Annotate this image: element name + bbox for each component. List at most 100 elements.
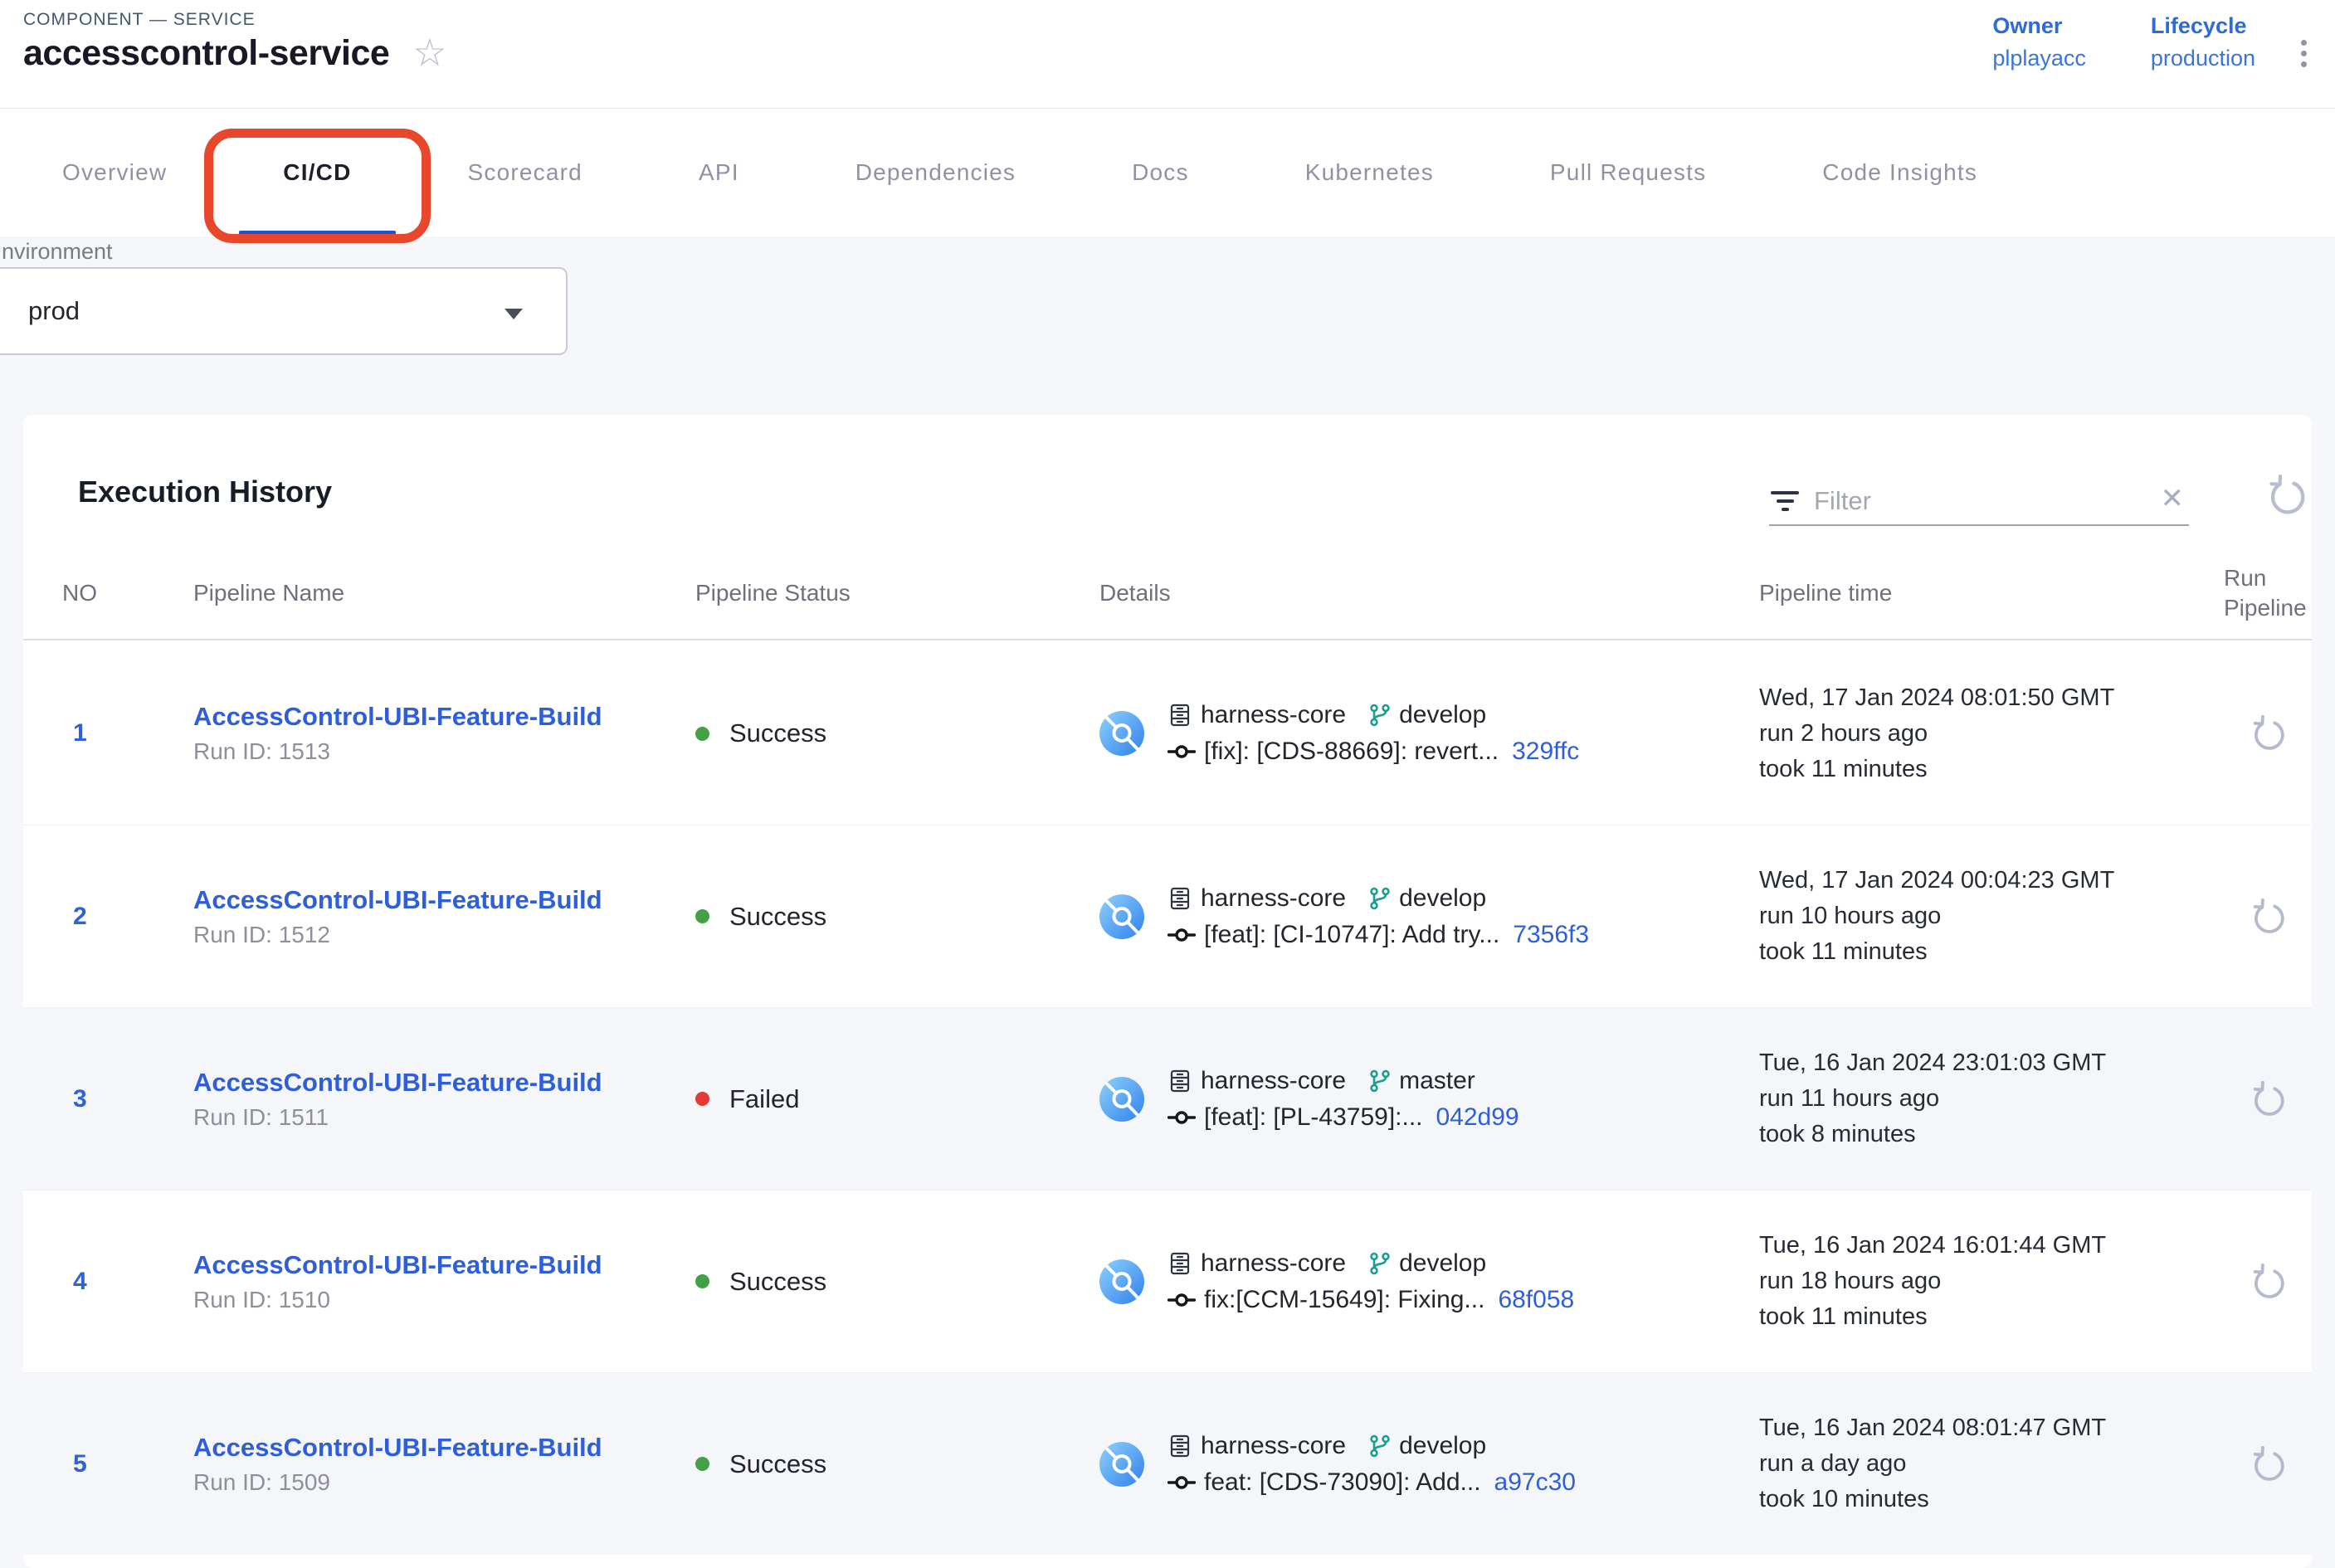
active-tab-underline [239,231,395,236]
time-relative: run 2 hours ago [1759,716,2224,752]
page-header: COMPONENT — SERVICE accesscontrol-servic… [0,0,2335,109]
repository-icon [1168,1069,1192,1093]
row-number: 2 [62,903,193,931]
git-branch-icon [1367,886,1392,911]
time-relative: run 18 hours ago [1759,1264,2224,1299]
run-id-text: Run ID: 1509 [193,1469,695,1496]
table-row: 2 AccessControl-UBI-Feature-Build Run ID… [23,825,2312,1007]
environment-select[interactable]: prod [0,267,568,355]
pipeline-time-cell: Tue, 16 Jan 2024 08:01:47 GMT run a day … [1759,1410,2224,1517]
harness-ci-module-icon [1099,711,1144,756]
git-branch-icon [1367,1434,1392,1458]
status-text: Success [729,902,826,932]
pipeline-name-cell: AccessControl-UBI-Feature-Build Run ID: … [193,1250,695,1313]
time-gmt: Tue, 16 Jan 2024 23:01:03 GMT [1759,1045,2224,1081]
tab-docs[interactable]: Docs [1086,109,1235,236]
owner-value-link[interactable]: plplayacc [1992,46,2086,71]
annotation-highlight-ring [204,129,430,243]
run-pipeline-icon[interactable] [2250,1264,2286,1300]
pipeline-status-cell: Success [695,1449,1099,1479]
table-row: 3 AccessControl-UBI-Feature-Build Run ID… [23,1007,2312,1190]
table-header: NOPipeline NamePipeline StatusDetailsPip… [23,548,2312,640]
repository-icon [1168,703,1192,728]
run-pipeline-cell [2224,1081,2312,1118]
run-pipeline-cell [2224,1446,2312,1483]
tab-scorecard[interactable]: Scorecard [422,109,628,236]
commit-message: [feat]: [CI-10747]: Add try... [1204,921,1499,949]
refresh-icon[interactable] [2265,475,2307,516]
tab-label: Overview [62,159,167,186]
more-options-kebab-icon[interactable] [2296,35,2312,72]
favorite-star-icon[interactable]: ☆ [412,33,446,71]
details-cell: harness-core develop [fix]: [CDS-88669]:… [1099,701,1759,766]
tab-label: Kubernetes [1305,159,1434,186]
table-row: 4 AccessControl-UBI-Feature-Build Run ID… [23,1190,2312,1372]
tab-pull-requests[interactable]: Pull Requests [1504,109,1752,236]
status-text: Success [729,718,826,748]
pipeline-time-cell: Wed, 17 Jan 2024 00:04:23 GMT run 10 hou… [1759,863,2224,970]
pipeline-name-cell: AccessControl-UBI-Feature-Build Run ID: … [193,885,695,948]
row-number: 4 [62,1268,193,1296]
commit-hash-link[interactable]: 042d99 [1436,1103,1519,1132]
commit-hash-link[interactable]: a97c30 [1494,1468,1576,1497]
column-header-no: NO [62,578,193,608]
column-header-pipeline-status: Pipeline Status [695,578,1099,608]
status-text: Success [729,1449,826,1479]
time-duration: took 11 minutes [1759,934,2224,970]
tab-dependencies[interactable]: Dependencies [810,109,1061,236]
harness-ci-module-icon [1099,1442,1144,1487]
lifecycle-label: Lifecycle [2151,13,2255,39]
tab-code-insights[interactable]: Code Insights [1777,109,2023,236]
clear-filter-icon[interactable]: ✕ [2161,485,2190,518]
details-cell: harness-core develop [feat]: [CI-10747]:… [1099,884,1759,949]
owner-block: Owner plplayacc [1992,13,2086,71]
pipeline-name-link[interactable]: AccessControl-UBI-Feature-Build [193,1068,695,1098]
tab-ci-cd[interactable]: CI/CD [237,109,397,236]
time-gmt: Wed, 17 Jan 2024 00:04:23 GMT [1759,863,2224,898]
repository-icon [1168,1251,1192,1276]
time-duration: took 8 minutes [1759,1117,2224,1152]
filter-box: ✕ [1769,478,2189,526]
harness-ci-module-icon [1099,1259,1144,1304]
pipeline-time-cell: Tue, 16 Jan 2024 16:01:44 GMT run 18 hou… [1759,1228,2224,1335]
time-relative: run a day ago [1759,1446,2224,1482]
git-commit-icon [1168,1290,1196,1310]
run-pipeline-icon[interactable] [2250,1446,2286,1483]
tab-api[interactable]: API [653,109,785,236]
tab-kubernetes[interactable]: Kubernetes [1260,109,1479,236]
pipeline-name-cell: AccessControl-UBI-Feature-Build Run ID: … [193,1433,695,1496]
branch-name: develop [1399,1249,1486,1278]
tab-label: API [699,159,739,186]
run-id-text: Run ID: 1511 [193,1104,695,1131]
git-commit-icon [1168,1108,1196,1127]
execution-history-card: Execution History ✕ NOPipeline NamePipel… [23,415,2312,1568]
filter-icon [1769,491,1801,511]
tab-label: Docs [1132,159,1189,186]
commit-hash-link[interactable]: 7356f3 [1513,921,1589,949]
git-commit-icon [1168,1473,1196,1493]
pipeline-name-link[interactable]: AccessControl-UBI-Feature-Build [193,885,695,915]
chevron-down-icon [505,309,523,319]
commit-hash-link[interactable]: 68f058 [1498,1286,1574,1314]
pipeline-name-link[interactable]: AccessControl-UBI-Feature-Build [193,1433,695,1463]
table-row: 1 AccessControl-UBI-Feature-Build Run ID… [23,642,2312,825]
details-cell: harness-core develop fix:[CCM-15649]: Fi… [1099,1249,1759,1314]
commit-message: fix:[CCM-15649]: Fixing... [1204,1286,1484,1314]
branch-name: develop [1399,1432,1486,1460]
time-gmt: Wed, 17 Jan 2024 08:01:50 GMT [1759,680,2224,716]
repository-icon [1168,886,1192,911]
filter-input[interactable] [1814,486,2147,516]
commit-hash-link[interactable]: 329ffc [1512,738,1579,766]
pipeline-time-cell: Tue, 16 Jan 2024 23:01:03 GMT run 11 hou… [1759,1045,2224,1152]
table-body: 1 AccessControl-UBI-Feature-Build Run ID… [23,642,2312,1555]
run-pipeline-icon[interactable] [2250,1081,2286,1118]
run-pipeline-icon[interactable] [2250,715,2286,752]
pipeline-name-link[interactable]: AccessControl-UBI-Feature-Build [193,1250,695,1280]
pipeline-name-link[interactable]: AccessControl-UBI-Feature-Build [193,702,695,732]
tab-label: CI/CD [283,159,351,186]
tab-overview[interactable]: Overview [17,109,212,236]
status-text: Success [729,1267,826,1297]
column-header-run-pipeline: Run Pipeline [2224,563,2323,623]
run-pipeline-icon[interactable] [2250,898,2286,935]
run-pipeline-cell [2224,898,2312,935]
